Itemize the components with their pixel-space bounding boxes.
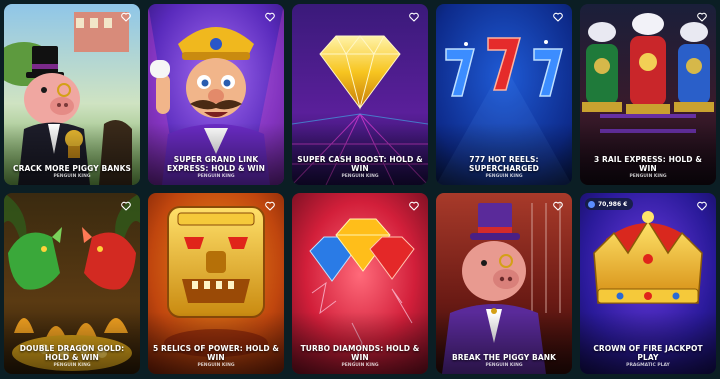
heart-outline-icon[interactable] bbox=[696, 200, 708, 212]
game-provider: PENGUIN KING bbox=[341, 363, 379, 368]
card-info: BREAK THE PIGGY BANK PENGUIN KING bbox=[440, 353, 568, 369]
game-provider: PENGUIN KING bbox=[197, 174, 235, 179]
game-provider: PENGUIN KING bbox=[53, 174, 91, 179]
game-card-break-the-piggy-bank[interactable]: BREAK THE PIGGY BANK PENGUIN KING bbox=[436, 193, 572, 374]
game-title: CRACK MORE PIGGY BANKS bbox=[12, 164, 132, 173]
game-provider: PENGUIN KING bbox=[629, 174, 667, 179]
game-card-turbo-diamonds[interactable]: TURBO DIAMONDS: HOLD & WIN PENGUIN KING bbox=[292, 193, 428, 374]
game-title: 3 RAIL EXPRESS: HOLD & WIN bbox=[594, 155, 702, 173]
card-info: 3 RAIL EXPRESS: HOLD & WIN PENGUIN KING bbox=[584, 155, 712, 180]
coin-icon bbox=[588, 200, 595, 208]
game-card-double-dragon-gold[interactable]: DOUBLE DRAGON GOLD: HOLD & WIN PENGUIN K… bbox=[4, 193, 140, 374]
card-info: CRACK MORE PIGGY BANKS PENGUIN KING bbox=[8, 164, 136, 180]
card-info: SUPER GRAND LINK EXPRESS: HOLD & WIN PEN… bbox=[152, 155, 280, 180]
heart-outline-icon[interactable] bbox=[552, 200, 564, 212]
game-provider: PENGUIN KING bbox=[341, 174, 379, 179]
heart-outline-icon[interactable] bbox=[408, 11, 420, 23]
game-provider: PENGUIN KING bbox=[53, 363, 91, 368]
game-grid: CRACK MORE PIGGY BANKS PENGUIN KING SUPE… bbox=[0, 0, 720, 379]
heart-outline-icon[interactable] bbox=[696, 11, 708, 23]
game-card-super-grand-link-express[interactable]: SUPER GRAND LINK EXPRESS: HOLD & WIN PEN… bbox=[148, 4, 284, 185]
jackpot-badge: 70,986 € bbox=[585, 198, 634, 210]
game-title: SUPER CASH BOOST: HOLD & WIN bbox=[297, 155, 423, 173]
game-title: CROWN OF FIRE JACKPOT PLAY bbox=[593, 344, 703, 362]
game-provider: PENGUIN KING bbox=[197, 363, 235, 368]
heart-outline-icon[interactable] bbox=[120, 11, 132, 23]
game-card-3-rail-express[interactable]: 3 RAIL EXPRESS: HOLD & WIN PENGUIN KING bbox=[580, 4, 716, 185]
heart-outline-icon[interactable] bbox=[408, 200, 420, 212]
game-provider: PENGUIN KING bbox=[485, 174, 523, 179]
card-info: CROWN OF FIRE JACKPOT PLAY PRAGMATIC PLA… bbox=[584, 344, 712, 369]
heart-outline-icon[interactable] bbox=[120, 200, 132, 212]
game-title: 5 RELICS OF POWER: HOLD & WIN bbox=[152, 344, 280, 362]
game-card-5-relics-of-power[interactable]: 5 RELICS OF POWER: HOLD & WIN PENGUIN KI… bbox=[148, 193, 284, 374]
game-title: DOUBLE DRAGON GOLD: HOLD & WIN bbox=[19, 344, 125, 362]
game-title: TURBO DIAMONDS: HOLD & WIN bbox=[300, 344, 420, 362]
game-provider: PRAGMATIC PLAY bbox=[626, 363, 670, 368]
heart-outline-icon[interactable] bbox=[264, 11, 276, 23]
game-provider: PENGUIN KING bbox=[485, 363, 523, 368]
game-card-super-cash-boost[interactable]: SUPER CASH BOOST: HOLD & WIN PENGUIN KIN… bbox=[292, 4, 428, 185]
heart-outline-icon[interactable] bbox=[552, 11, 564, 23]
jackpot-amount: 70,986 € bbox=[598, 200, 628, 208]
game-title: 777 HOT REELS: SUPERCHARGED bbox=[469, 155, 539, 173]
game-card-crack-more-piggy-banks[interactable]: CRACK MORE PIGGY BANKS PENGUIN KING bbox=[4, 4, 140, 185]
card-info: 777 HOT REELS: SUPERCHARGED PENGUIN KING bbox=[440, 155, 568, 180]
game-card-crown-of-fire-jackpot-play[interactable]: 70,986 € CROWN OF FIRE JACKPOT PLAY PRAG… bbox=[580, 193, 716, 374]
game-card-777-hot-reels[interactable]: 777 HOT REELS: SUPERCHARGED PENGUIN KING bbox=[436, 4, 572, 185]
card-info: DOUBLE DRAGON GOLD: HOLD & WIN PENGUIN K… bbox=[8, 344, 136, 369]
card-info: SUPER CASH BOOST: HOLD & WIN PENGUIN KIN… bbox=[296, 155, 424, 180]
game-title: BREAK THE PIGGY BANK bbox=[451, 353, 557, 362]
heart-outline-icon[interactable] bbox=[264, 200, 276, 212]
card-info: TURBO DIAMONDS: HOLD & WIN PENGUIN KING bbox=[296, 344, 424, 369]
card-info: 5 RELICS OF POWER: HOLD & WIN PENGUIN KI… bbox=[152, 344, 280, 369]
game-title: SUPER GRAND LINK EXPRESS: HOLD & WIN bbox=[166, 155, 266, 173]
